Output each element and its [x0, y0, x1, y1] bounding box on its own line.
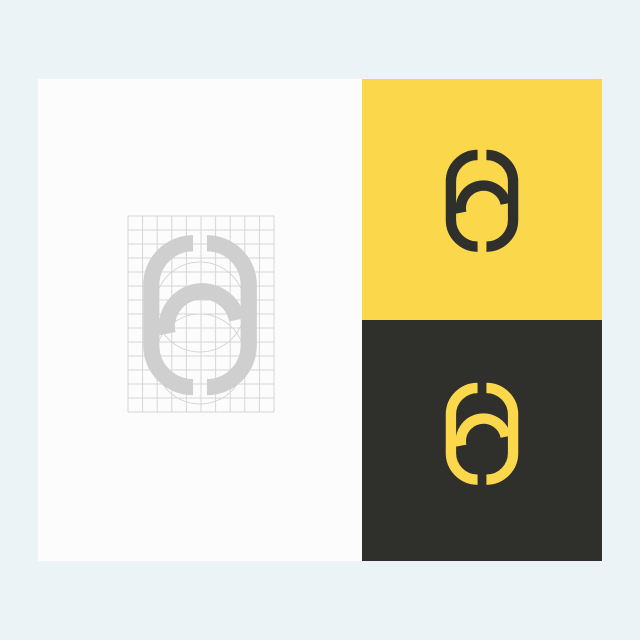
construction-panel	[38, 79, 362, 561]
dark-logo-panel	[362, 320, 602, 561]
logo-construction-mark	[151, 243, 248, 387]
light-logo-panel	[362, 79, 602, 320]
logo-mark-light	[362, 79, 602, 320]
logo-mark-dark	[362, 320, 602, 561]
construction-grid-svg	[127, 215, 275, 413]
